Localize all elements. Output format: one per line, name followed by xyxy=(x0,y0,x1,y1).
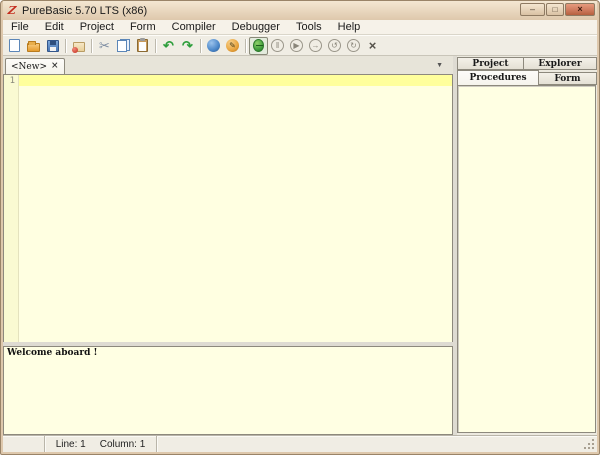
toolbar: ✂ ↶ ↷ ✎ ‖ ▶ → ↺ ↻ × xyxy=(3,35,597,56)
menu-form[interactable]: Form xyxy=(122,20,164,34)
menu-help[interactable]: Help xyxy=(330,20,369,34)
tab-procedures-label: Procedures xyxy=(469,73,526,83)
menu-debugger[interactable]: Debugger xyxy=(224,20,288,34)
paste-button[interactable] xyxy=(133,37,152,55)
step-button[interactable]: → xyxy=(306,37,325,55)
cut-button[interactable]: ✂ xyxy=(95,37,114,55)
side-panel: Project Explorer Procedures Form xyxy=(457,56,597,435)
code-area[interactable] xyxy=(19,75,452,342)
tab-close-icon[interactable]: × xyxy=(51,62,59,71)
current-line-highlight xyxy=(19,75,452,86)
menu-tools[interactable]: Tools xyxy=(288,20,330,34)
tab-procedures[interactable]: Procedures xyxy=(457,70,539,85)
debugger-toggle-button[interactable] xyxy=(249,37,268,55)
close-file-button[interactable] xyxy=(69,37,88,55)
new-file-icon xyxy=(9,39,20,52)
step-over-button[interactable]: ↺ xyxy=(325,37,344,55)
copy-button[interactable] xyxy=(114,37,133,55)
maximize-icon: □ xyxy=(553,5,558,14)
close-icon: × xyxy=(577,5,582,14)
toolbar-separator xyxy=(245,39,246,53)
tab-explorer-label: Explorer xyxy=(538,59,581,69)
floppy-disk-icon xyxy=(47,40,59,52)
redo-button[interactable]: ↷ xyxy=(178,37,197,55)
debugger-bug-icon xyxy=(253,39,264,52)
minimize-button[interactable]: – xyxy=(520,3,545,16)
toolbar-separator xyxy=(91,39,92,53)
status-segment-message xyxy=(157,436,597,452)
menu-file[interactable]: File xyxy=(3,20,37,34)
window-title: PureBasic 5.70 LTS (x86) xyxy=(22,5,147,17)
compile-with-options-button[interactable]: ✎ xyxy=(223,37,242,55)
line-number-gutter: 1 xyxy=(4,75,19,342)
editor-tab-bar: <New> × ▼ xyxy=(3,56,453,74)
step-out-icon: ↻ xyxy=(347,39,360,52)
log-message: Welcome aboard ! xyxy=(7,348,97,358)
compile-options-icon: ✎ xyxy=(226,39,239,52)
kill-program-button[interactable]: × xyxy=(363,37,382,55)
editor-column: <New> × ▼ 1 Welcome aboard ! xyxy=(3,56,453,435)
menu-edit[interactable]: Edit xyxy=(37,20,72,34)
side-panel-bottom-tabs: Procedures Form xyxy=(457,70,597,85)
code-editor[interactable]: 1 xyxy=(3,74,453,342)
menu-compiler[interactable]: Compiler xyxy=(164,20,224,34)
tab-project-label: Project xyxy=(472,59,508,69)
redo-arrow-icon: ↷ xyxy=(182,39,193,52)
open-folder-icon xyxy=(27,43,40,52)
toolbar-separator xyxy=(200,39,201,53)
main-area: <New> × ▼ 1 Welcome aboard ! Pr xyxy=(3,56,597,435)
pause-icon: ‖ xyxy=(271,39,284,52)
status-line: Line: 1 xyxy=(56,439,86,450)
window-controls: – □ × xyxy=(519,1,595,20)
scissors-icon: ✂ xyxy=(99,39,110,52)
tab-form-label: Form xyxy=(554,74,580,84)
editor-tab-label: <New> xyxy=(11,62,47,72)
status-column: Column: 1 xyxy=(100,439,146,450)
editor-tab-new[interactable]: <New> × xyxy=(5,58,65,74)
compile-run-icon xyxy=(207,39,220,52)
log-panel: Welcome aboard ! xyxy=(3,346,453,435)
tab-project[interactable]: Project xyxy=(457,57,524,70)
open-file-button[interactable] xyxy=(24,37,43,55)
run-button[interactable]: ▶ xyxy=(287,37,306,55)
status-segment-cursor: Line: 1 Column: 1 xyxy=(45,436,157,452)
procedures-list[interactable] xyxy=(457,85,596,433)
tab-explorer[interactable]: Explorer xyxy=(524,57,597,70)
minimize-icon: – xyxy=(530,5,535,14)
status-segment-empty xyxy=(3,436,45,452)
step-out-button[interactable]: ↻ xyxy=(344,37,363,55)
step-arrow-icon: → xyxy=(309,39,322,52)
undo-arrow-icon: ↶ xyxy=(163,39,174,52)
close-button[interactable]: × xyxy=(565,3,595,16)
toolbar-separator xyxy=(155,39,156,53)
clipboard-icon xyxy=(137,39,148,52)
play-icon: ▶ xyxy=(290,39,303,52)
copy-pages-icon xyxy=(117,39,130,52)
kill-x-icon: × xyxy=(369,39,377,52)
close-file-icon xyxy=(73,42,85,52)
tab-list-dropdown-icon[interactable]: ▼ xyxy=(436,62,443,69)
new-file-button[interactable] xyxy=(5,37,24,55)
save-file-button[interactable] xyxy=(43,37,62,55)
side-panel-top-tabs: Project Explorer xyxy=(457,56,597,70)
resize-grip[interactable] xyxy=(583,438,597,452)
purebasic-window: Z PureBasic 5.70 LTS (x86) – □ × File Ed… xyxy=(0,0,600,455)
maximize-button[interactable]: □ xyxy=(546,3,564,16)
tab-form[interactable]: Form xyxy=(539,72,597,85)
status-bar: Line: 1 Column: 1 xyxy=(3,435,597,452)
title-bar[interactable]: Z PureBasic 5.70 LTS (x86) – □ × xyxy=(3,1,597,20)
menu-bar: File Edit Project Form Compiler Debugger… xyxy=(3,20,597,35)
toolbar-separator xyxy=(65,39,66,53)
menu-project[interactable]: Project xyxy=(72,20,122,34)
compile-run-button[interactable] xyxy=(204,37,223,55)
undo-button[interactable]: ↶ xyxy=(159,37,178,55)
step-over-icon: ↺ xyxy=(328,39,341,52)
app-icon: Z xyxy=(4,4,20,17)
line-number: 1 xyxy=(10,76,15,86)
pause-button[interactable]: ‖ xyxy=(268,37,287,55)
